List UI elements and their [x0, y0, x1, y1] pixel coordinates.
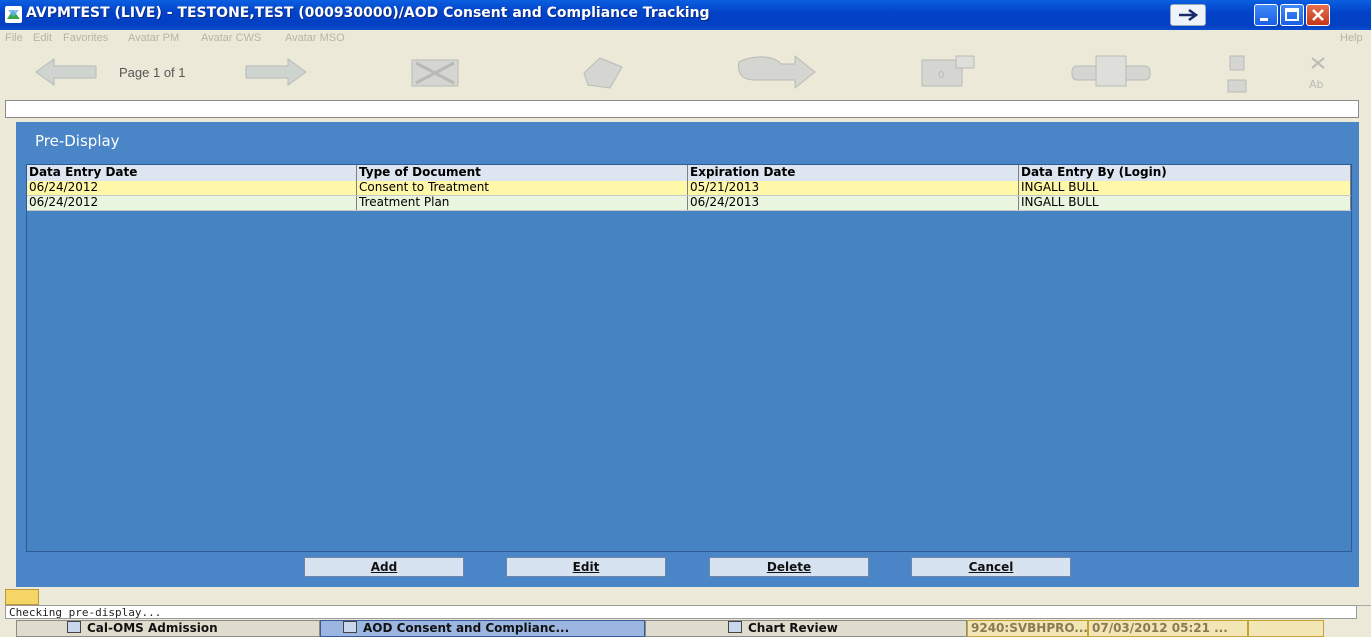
- cancel-button[interactable]: Cancel: [911, 557, 1071, 577]
- form-tab[interactable]: [5, 589, 39, 605]
- menu-avatar-cws[interactable]: Avatar CWS: [201, 32, 261, 44]
- erase-icon[interactable]: [580, 55, 626, 91]
- menu-help[interactable]: Help: [1340, 32, 1363, 44]
- minimize-button[interactable]: [1254, 4, 1278, 26]
- info-field: [5, 100, 1359, 118]
- window-title: AVPMTEST (LIVE) - TESTONE,TEST (00093000…: [26, 5, 710, 21]
- delete-button[interactable]: Delete: [709, 557, 869, 577]
- task-chart-review[interactable]: Chart Review: [645, 620, 967, 637]
- arrow-right-icon: [1179, 8, 1199, 22]
- form-icon: [67, 621, 81, 633]
- column-header-data-entry-by[interactable]: Data Entry By (Login): [1019, 165, 1351, 181]
- taskbar: Cal-OMS Admission AOD Consent and Compli…: [0, 620, 1371, 637]
- menu-favorites[interactable]: Favorites: [63, 32, 108, 44]
- cell-expiration-date: 06/24/2013: [688, 196, 1019, 210]
- clipboard-icon[interactable]: [1226, 54, 1250, 96]
- column-header-data-entry-date[interactable]: Data Entry Date: [27, 165, 357, 181]
- menu-avatar-mso[interactable]: Avatar MSO: [285, 32, 345, 44]
- task-label: Chart Review: [748, 621, 838, 635]
- switch-arrow-button[interactable]: [1170, 4, 1206, 26]
- menu-file[interactable]: File: [5, 32, 23, 44]
- status-indicator-blank: [1248, 620, 1324, 637]
- cell-data-entry-date: 06/24/2012: [27, 196, 357, 210]
- menu-edit[interactable]: Edit: [33, 32, 52, 44]
- form-icon: [343, 621, 357, 633]
- forward-arrow-icon[interactable]: [244, 57, 308, 87]
- close-button[interactable]: [1306, 4, 1330, 26]
- table-header: Data Entry Date Type of Document Expirat…: [27, 165, 1351, 182]
- section-header: Pre-Display: [16, 122, 1359, 160]
- column-header-type-of-document[interactable]: Type of Document: [357, 165, 688, 181]
- menu-avatar-pm[interactable]: Avatar PM: [128, 32, 179, 44]
- print-icon[interactable]: [1068, 54, 1154, 92]
- add-button[interactable]: Add: [304, 557, 464, 577]
- cell-type-of-document: Consent to Treatment: [357, 181, 688, 195]
- close-form-icon[interactable]: [410, 58, 460, 88]
- records-table: Data Entry Date Type of Document Expirat…: [26, 164, 1352, 552]
- cell-data-entry-by: INGALL BULL: [1019, 196, 1351, 210]
- task-label: AOD Consent and Complianc...: [363, 621, 570, 635]
- menu-bar: File Edit Favorites Avatar PM Avatar CWS…: [0, 30, 1371, 48]
- column-header-expiration-date[interactable]: Expiration Date: [688, 165, 1019, 181]
- spell-check-icon[interactable]: Ab: [1306, 54, 1332, 94]
- cell-data-entry-by: INGALL BULL: [1019, 181, 1351, 195]
- submit-icon[interactable]: [735, 52, 817, 94]
- toolbar: Page 1 of 1 0 Ab: [0, 48, 1371, 98]
- status-bar: Checking pre-display...: [5, 605, 1357, 619]
- cell-data-entry-date: 06/24/2012: [27, 181, 357, 195]
- avatar-app-icon: [5, 6, 22, 23]
- maximize-icon: [1285, 8, 1299, 21]
- cell-type-of-document: Treatment Plan: [357, 196, 688, 210]
- task-aod-consent[interactable]: AOD Consent and Complianc...: [320, 620, 645, 637]
- datetime-indicator: 07/03/2012 05:21 ...: [1088, 620, 1248, 637]
- server-indicator: 9240:SVBHPRO...: [967, 620, 1088, 637]
- main-panel: Pre-Display Data Entry Date Type of Docu…: [16, 122, 1359, 587]
- form-icon: [728, 621, 742, 633]
- svg-text:Ab: Ab: [1309, 78, 1324, 91]
- close-icon: [1312, 9, 1324, 21]
- form-tab-strip: [5, 587, 1371, 606]
- table-row[interactable]: 06/24/2012 Treatment Plan 06/24/2013 ING…: [27, 196, 1351, 211]
- task-label: Cal-OMS Admission: [87, 621, 218, 635]
- dictionary-icon[interactable]: 0: [920, 54, 976, 90]
- table-row[interactable]: 06/24/2012 Consent to Treatment 05/21/20…: [27, 181, 1351, 196]
- back-arrow-icon[interactable]: [34, 57, 98, 87]
- svg-text:0: 0: [938, 70, 944, 81]
- section-title: Pre-Display: [35, 132, 120, 150]
- edit-button[interactable]: Edit: [506, 557, 666, 577]
- title-bar: AVPMTEST (LIVE) - TESTONE,TEST (00093000…: [0, 0, 1371, 30]
- page-indicator: Page 1 of 1: [119, 65, 186, 80]
- cell-expiration-date: 05/21/2013: [688, 181, 1019, 195]
- maximize-button[interactable]: [1280, 4, 1304, 26]
- minimize-icon: [1260, 18, 1268, 21]
- task-cal-oms-admission[interactable]: Cal-OMS Admission: [16, 620, 320, 637]
